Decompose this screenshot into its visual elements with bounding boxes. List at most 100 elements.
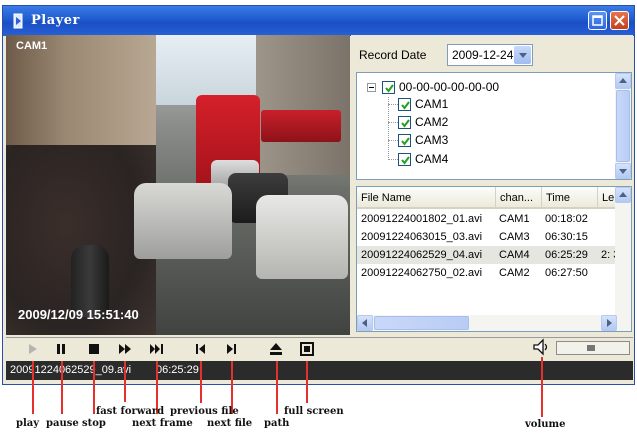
next-file-button[interactable]: [221, 339, 241, 359]
tree-item-cam4[interactable]: CAM4: [415, 152, 448, 166]
next-frame-button[interactable]: [147, 339, 167, 359]
full-screen-icon: [300, 342, 314, 356]
table-row-selected[interactable]: 20091224062529_04.avi CAM4 06:25:29 2: 3: [357, 246, 619, 264]
annotation-path: path: [264, 418, 290, 429]
annotation-full-screen: full screen: [284, 406, 344, 417]
volume-slider-thumb[interactable]: [587, 345, 595, 351]
check-icon: [385, 84, 394, 93]
cam1-checkbox[interactable]: [398, 98, 411, 111]
eject-icon: [270, 343, 282, 355]
annotation-line-previous-file: [200, 361, 202, 403]
fast-forward-icon: [119, 344, 131, 354]
annotation-line-path: [276, 361, 278, 414]
maximize-button[interactable]: [588, 11, 607, 30]
scroll-right-icon[interactable]: [601, 315, 617, 331]
previous-file-button[interactable]: [191, 339, 211, 359]
annotation-line-fast-forward: [124, 361, 126, 402]
tree-item-cam2[interactable]: CAM2: [415, 115, 448, 129]
status-time: 06:25:29: [156, 364, 199, 376]
scroll-down-icon[interactable]: [615, 163, 631, 179]
scroll-up-icon[interactable]: [615, 187, 631, 203]
annotation-previous-file: previous file: [170, 406, 239, 417]
check-icon: [401, 101, 410, 110]
scroll-thumb-horizontal[interactable]: [374, 316, 469, 330]
collapse-icon[interactable]: [367, 83, 376, 92]
volume-slider[interactable]: [556, 341, 630, 355]
column-header-length[interactable]: Leng: [597, 187, 617, 209]
next-frame-icon: [150, 344, 163, 354]
tree-branch: [388, 104, 398, 105]
pause-icon: [57, 344, 65, 354]
check-icon: [401, 137, 410, 146]
annotation-volume: volume: [525, 419, 566, 430]
cell-file-name: 20091224062750_02.avi: [361, 267, 483, 279]
record-date-select[interactable]: 2009-12-24: [447, 44, 533, 66]
annotation-line-play: [32, 361, 34, 414]
annotation-line-full-screen: [306, 361, 308, 403]
screenshot: Player CAM1 2009/12/09 15:51:40 Record D…: [0, 0, 637, 433]
tree-branch: [388, 122, 398, 123]
column-header-time[interactable]: Time: [541, 187, 597, 209]
scroll-up-icon[interactable]: [615, 73, 631, 89]
tree-line: [388, 97, 389, 160]
path-button[interactable]: [266, 339, 286, 359]
check-icon: [401, 119, 410, 128]
cell-file-name: 20091224062529_04.avi: [361, 249, 483, 261]
window-title: Player: [31, 13, 80, 28]
tree-item-cam3[interactable]: CAM3: [415, 133, 448, 147]
close-icon: [614, 15, 625, 26]
stop-button[interactable]: [84, 339, 104, 359]
tree-scrollbar[interactable]: [615, 73, 631, 179]
tree-item-cam1[interactable]: CAM1: [415, 97, 448, 111]
video-building-right: [256, 35, 350, 175]
next-file-icon: [227, 344, 236, 354]
list-scrollbar-vertical[interactable]: [615, 187, 631, 331]
annotation-next-frame: next frame: [132, 418, 193, 429]
cell-channel: CAM4: [499, 249, 530, 261]
cam3-checkbox[interactable]: [398, 134, 411, 147]
check-icon: [401, 156, 410, 165]
stop-icon: [89, 344, 99, 354]
camera-label: CAM1: [16, 40, 48, 52]
annotation-play: play: [16, 418, 40, 429]
cell-channel: CAM1: [499, 213, 530, 225]
tree-root-label[interactable]: 00-00-00-00-00-00: [399, 80, 499, 94]
video-taxi-left: [134, 183, 232, 259]
cam2-checkbox[interactable]: [398, 116, 411, 129]
column-header-file-name[interactable]: File Name: [357, 187, 495, 209]
close-button[interactable]: [610, 11, 629, 30]
play-button[interactable]: [23, 339, 43, 359]
camera-tree: 00-00-00-00-00-00 CAM1 CAM2 CAM3 CAM4: [356, 72, 632, 180]
video-bus-far: [261, 110, 341, 142]
column-header-channel[interactable]: chan...: [495, 187, 541, 209]
cell-time: 00:18:02: [545, 213, 588, 225]
app-icon: [13, 13, 23, 29]
annotation-line-volume: [541, 357, 543, 417]
annotation-line-pause: [61, 361, 63, 414]
root-checkbox[interactable]: [382, 81, 395, 94]
annotation-pause: pause: [46, 418, 79, 429]
table-row[interactable]: 20091224063015_03.avi CAM3 06:30:15: [357, 228, 617, 246]
chevron-down-icon[interactable]: [514, 46, 531, 64]
status-bar: 20091224062529_09.avi 06:25:29: [6, 361, 633, 380]
title-bar[interactable]: Player: [3, 6, 634, 36]
list-scrollbar-horizontal[interactable]: [357, 315, 617, 331]
full-screen-button[interactable]: [297, 339, 317, 359]
table-row[interactable]: 20091224001802_01.avi CAM1 00:18:02: [357, 210, 617, 228]
video-display[interactable]: CAM1 2009/12/09 15:51:40: [6, 35, 350, 335]
cam4-checkbox[interactable]: [398, 153, 411, 166]
table-row[interactable]: 20091224062750_02.avi CAM2 06:27:50: [357, 264, 617, 282]
scroll-thumb[interactable]: [616, 90, 630, 162]
cell-channel: CAM2: [499, 267, 530, 279]
previous-file-icon: [196, 344, 205, 354]
cell-time: 06:27:50: [545, 267, 588, 279]
fast-forward-button[interactable]: [115, 339, 135, 359]
cell-time: 06:25:29: [545, 249, 588, 261]
volume-button[interactable]: [531, 337, 551, 357]
file-list: File Name chan... Time Leng 200912240018…: [356, 186, 632, 332]
maximize-icon: [592, 15, 603, 26]
scroll-left-icon[interactable]: [357, 315, 373, 331]
video-timestamp: 2009/12/09 15:51:40: [18, 307, 139, 322]
pause-button[interactable]: [51, 339, 71, 359]
annotation-stop: stop: [82, 418, 106, 429]
